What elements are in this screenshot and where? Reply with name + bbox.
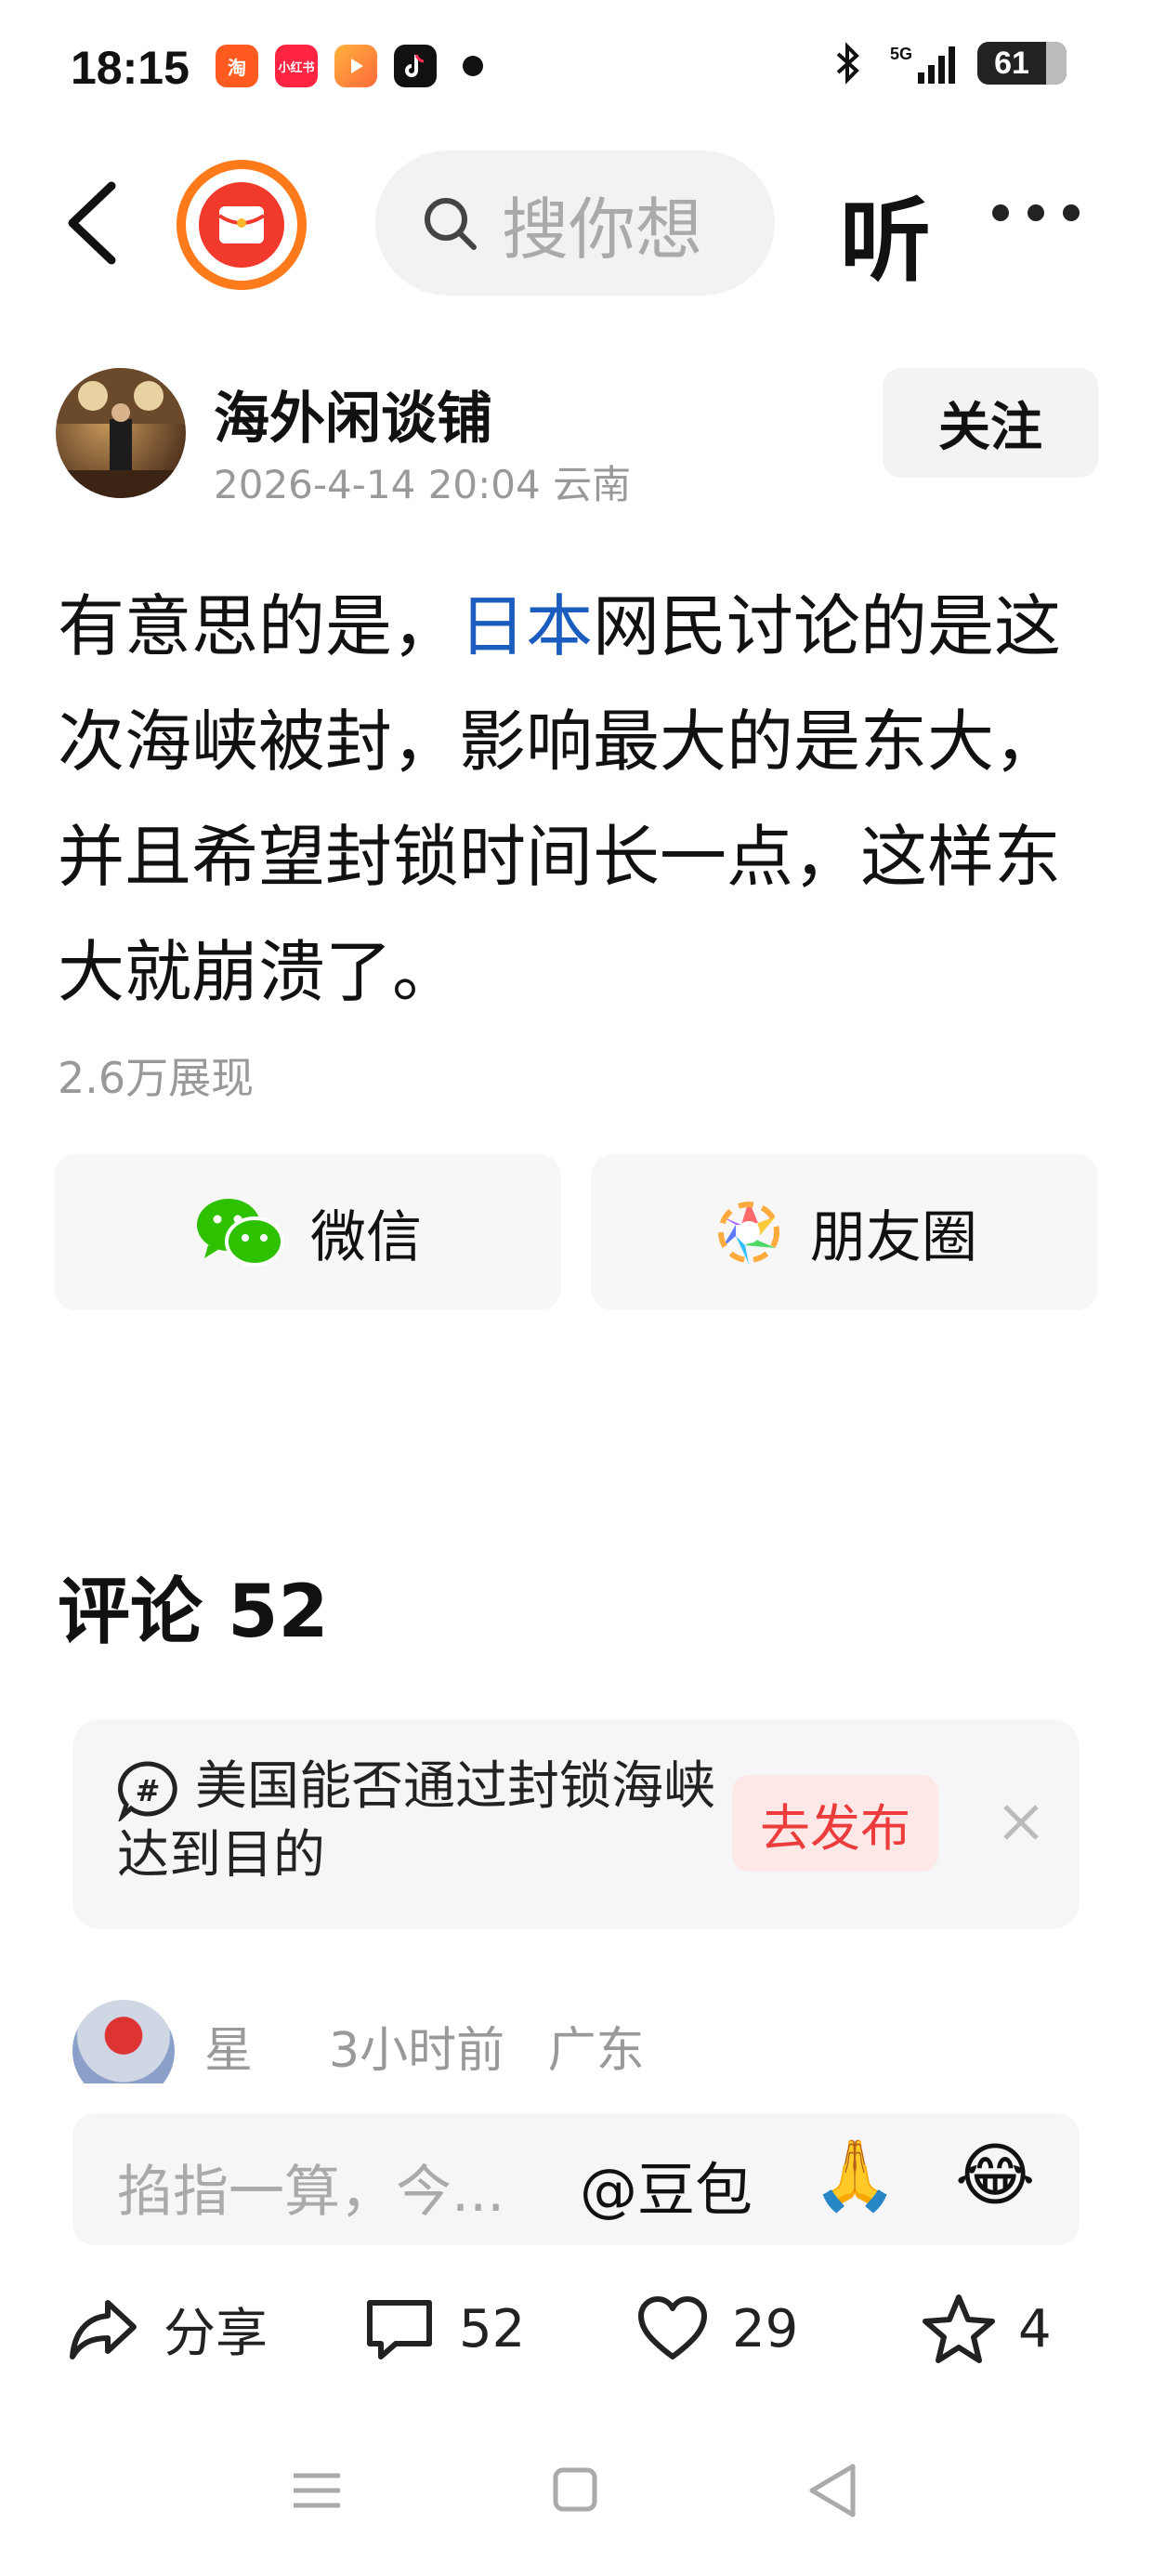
status-bar: 18:15 淘 小红书 5G 61 [0, 0, 1152, 139]
emoji-pray-button[interactable]: 🙏 [812, 2136, 897, 2216]
comment-count: 52 [459, 2298, 526, 2359]
favorite-action[interactable]: 4 [920, 2290, 1052, 2368]
wechat-icon [197, 1199, 284, 1267]
comment-action[interactable]: 52 [360, 2290, 525, 2368]
post-text-start: 有意思的是， [58, 587, 460, 665]
taobao-icon: 淘 [216, 45, 258, 87]
heart-icon [638, 2296, 707, 2359]
mention-doubao-button[interactable]: @豆包 [580, 2143, 753, 2227]
signal-5g-icon: 5G [890, 45, 955, 84]
emoji-laugh-button[interactable]: 😂 [955, 2136, 1035, 2215]
moments-icon [718, 1201, 779, 1264]
share-wechat-button[interactable]: 微信 [54, 1154, 561, 1310]
star-icon [923, 2294, 995, 2363]
video-app-icon [334, 45, 377, 87]
view-count: 2.6万展现 [58, 1053, 255, 1103]
network-label: 5G [890, 45, 912, 63]
follow-button[interactable]: 关注 [883, 368, 1098, 478]
notification-app-icons: 淘 小红书 [216, 45, 483, 87]
post-location: 云南 [553, 462, 632, 507]
close-icon[interactable] [988, 1790, 1054, 1855]
comment-item[interactable]: 星 3小时前 广东 [72, 2000, 1080, 2083]
system-nav-bar [0, 2453, 1152, 2546]
search-icon [425, 198, 477, 250]
share-action-label: 分享 [164, 2303, 268, 2364]
like-count: 29 [732, 2298, 799, 2359]
back-icon[interactable] [801, 2453, 866, 2528]
battery-icon: 61 [977, 42, 1067, 85]
back-arrow-icon[interactable] [59, 177, 124, 269]
author-header: 海外闲谈铺 2026-4-14 20:04 云南 关注 [0, 362, 1152, 511]
more-options-icon[interactable] [992, 204, 1080, 221]
comment-input-placeholder: 掐指一算，今... [117, 2160, 505, 2225]
status-indicators: 5G 61 [832, 41, 1067, 85]
commenter-name[interactable]: 星 [204, 2011, 253, 2081]
xiaohongshu-icon: 小红书 [275, 45, 318, 87]
commenter-avatar[interactable] [72, 2000, 175, 2083]
share-row: 微信 朋友圈 [54, 1154, 1098, 1310]
share-moments-button[interactable]: 朋友圈 [591, 1154, 1098, 1310]
share-wechat-label: 微信 [310, 1204, 422, 1270]
comment-meta: 3小时前 广东 [329, 2011, 645, 2081]
comment-location: 广东 [547, 2023, 645, 2079]
share-moments-label: 朋友圈 [810, 1204, 977, 1270]
topic-link[interactable]: 日本 [459, 587, 593, 665]
bottom-action-bar: 分享 52 29 4 [0, 2290, 1152, 2383]
battery-level: 61 [994, 46, 1029, 81]
top-nav: 搜你想 听 [0, 139, 1152, 307]
comments-heading: 评论 52 [58, 1571, 329, 1654]
more-notifications-dot [463, 56, 483, 76]
post-date: 2026-4-14 20:04 [214, 462, 541, 507]
menu-icon[interactable] [284, 2453, 349, 2528]
home-icon[interactable] [543, 2453, 608, 2528]
favorite-count: 4 [1018, 2298, 1052, 2359]
search-bar[interactable]: 搜你想 [375, 151, 775, 296]
bluetooth-icon [836, 42, 859, 85]
topic-suggestion-card[interactable]: # 美国能否通过封锁海峡达到目的 去发布 [72, 1719, 1080, 1929]
comment-time: 3小时前 [329, 2023, 505, 2079]
author-name[interactable]: 海外闲谈铺 [214, 374, 492, 454]
post-text: 有意思的是，日本网民讨论的是这次海峡被封，影响最大的是东大，并且希望封锁时间长一… [58, 569, 1098, 1030]
publish-topic-button[interactable]: 去发布 [732, 1775, 938, 1872]
red-packet-button[interactable] [177, 160, 307, 290]
like-action[interactable]: 29 [634, 2290, 798, 2368]
listen-button[interactable]: 听 [840, 167, 931, 299]
post-meta: 2026-4-14 20:04 云南 [214, 453, 631, 510]
share-arrow-icon [70, 2300, 137, 2359]
comment-icon [367, 2300, 432, 2359]
status-time: 18:15 [71, 42, 190, 94]
share-action[interactable]: 分享 [65, 2290, 268, 2368]
author-avatar[interactable] [56, 368, 186, 498]
topic-text: 美国能否通过封锁海峡达到目的 [117, 1756, 715, 1886]
search-placeholder: 搜你想 [502, 190, 703, 269]
tiktok-icon [394, 45, 437, 87]
red-packet-icon [199, 182, 284, 268]
comment-input[interactable]: 掐指一算，今... @豆包 🙏 😂 [72, 2113, 1080, 2245]
